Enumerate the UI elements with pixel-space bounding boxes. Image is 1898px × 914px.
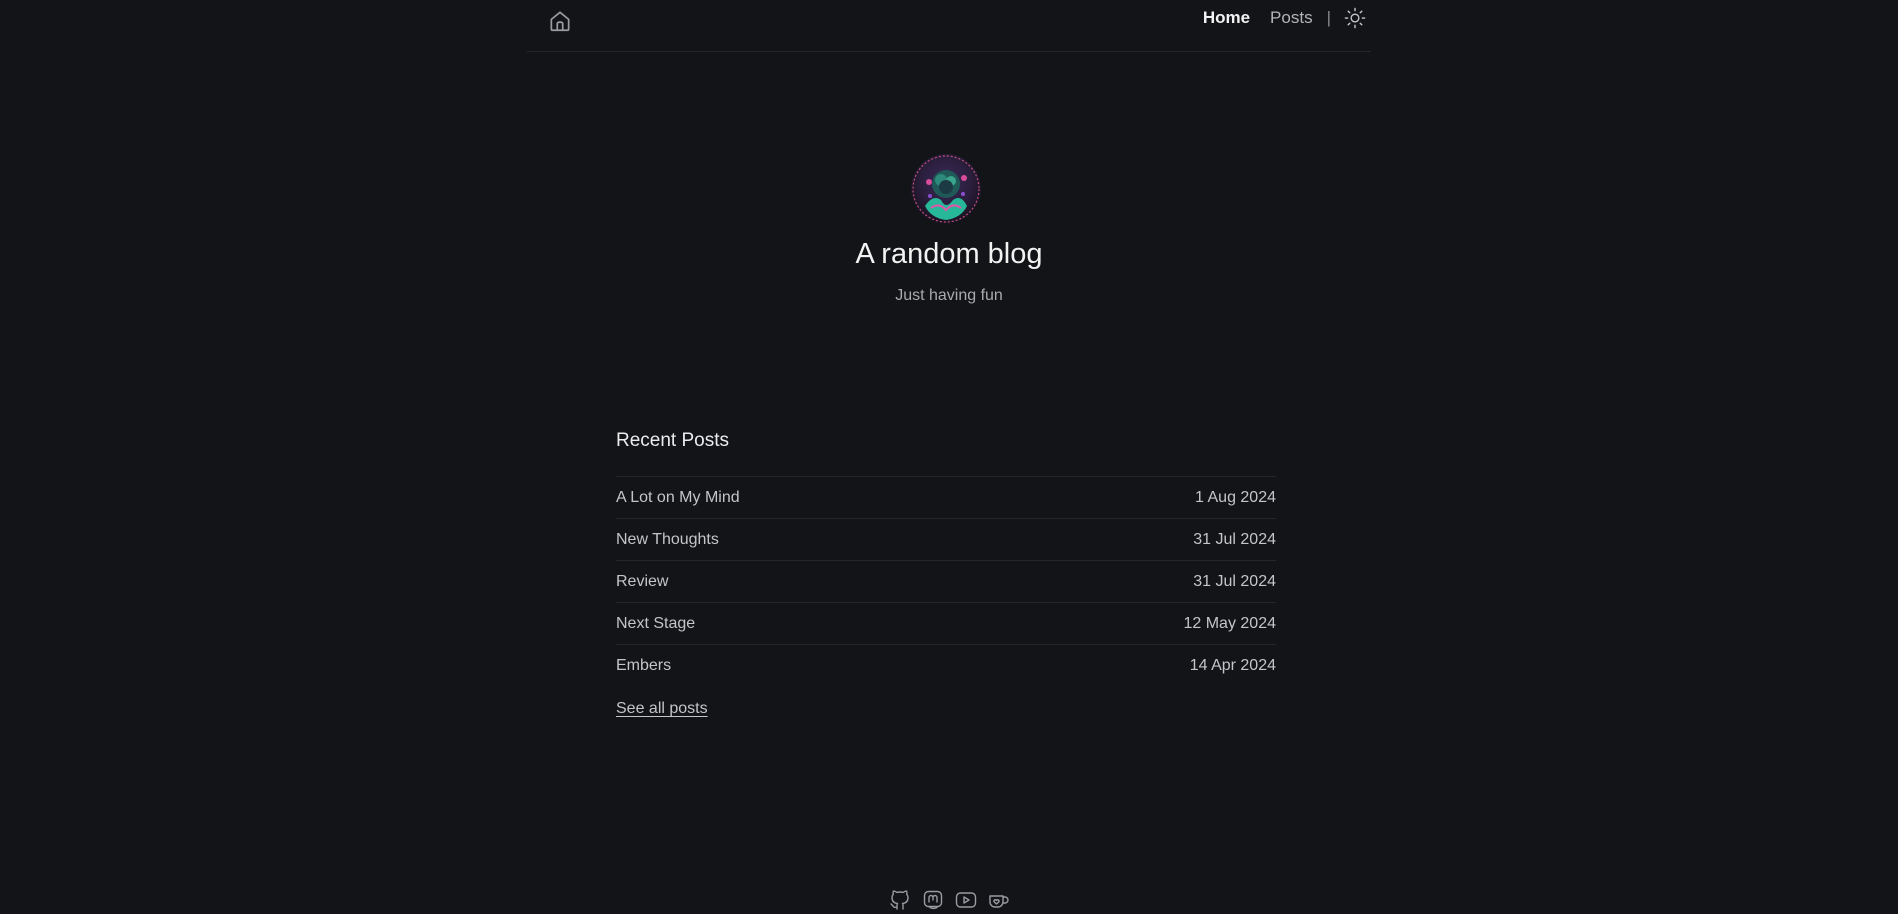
post-list-item[interactable]: A Lot on My Mind 1 Aug 2024: [616, 477, 1276, 519]
site-header: Home Posts |: [527, 0, 1371, 52]
avatar: [911, 154, 981, 224]
page: Home Posts | A random blog Just having f…: [0, 0, 1898, 914]
main-nav: Home Posts |: [1203, 6, 1367, 30]
avatar-image: [911, 154, 981, 224]
recent-posts-section: Recent Posts A Lot on My Mind 1 Aug 2024…: [616, 430, 1276, 718]
nav-home-link[interactable]: Home: [1203, 8, 1250, 28]
kofi-icon[interactable]: [987, 888, 1011, 912]
post-date: 31 Jul 2024: [1193, 530, 1276, 548]
post-list-item[interactable]: Review 31 Jul 2024: [616, 561, 1276, 603]
theme-toggle-button[interactable]: [1343, 6, 1367, 30]
sun-icon: [1344, 7, 1366, 29]
nav-posts-link[interactable]: Posts: [1270, 8, 1313, 28]
post-title[interactable]: A Lot on My Mind: [616, 489, 740, 507]
nav-separator: |: [1326, 8, 1331, 27]
see-all-posts-link[interactable]: See all posts: [616, 700, 708, 718]
post-list-item[interactable]: Next Stage 12 May 2024: [616, 603, 1276, 645]
github-icon[interactable]: [888, 888, 912, 912]
post-title[interactable]: Next Stage: [616, 615, 695, 633]
site-subtitle: Just having fun: [895, 287, 1003, 304]
site-footer: [0, 888, 1898, 912]
post-title[interactable]: New Thoughts: [616, 531, 719, 549]
recent-posts-heading: Recent Posts: [616, 430, 729, 451]
post-date: 1 Aug 2024: [1195, 488, 1276, 506]
post-list-item[interactable]: Embers 14 Apr 2024: [616, 645, 1276, 686]
post-date: 31 Jul 2024: [1193, 572, 1276, 590]
mastodon-icon[interactable]: [921, 888, 945, 912]
youtube-icon[interactable]: [954, 888, 978, 912]
post-list-item[interactable]: New Thoughts 31 Jul 2024: [616, 519, 1276, 561]
home-icon[interactable]: [547, 8, 573, 34]
site-title: A random blog: [855, 238, 1043, 270]
post-date: 12 May 2024: [1183, 614, 1276, 632]
post-title[interactable]: Review: [616, 573, 668, 591]
post-date: 14 Apr 2024: [1189, 656, 1276, 674]
post-list: A Lot on My Mind 1 Aug 2024 New Thoughts…: [616, 476, 1276, 686]
post-title[interactable]: Embers: [616, 657, 671, 675]
